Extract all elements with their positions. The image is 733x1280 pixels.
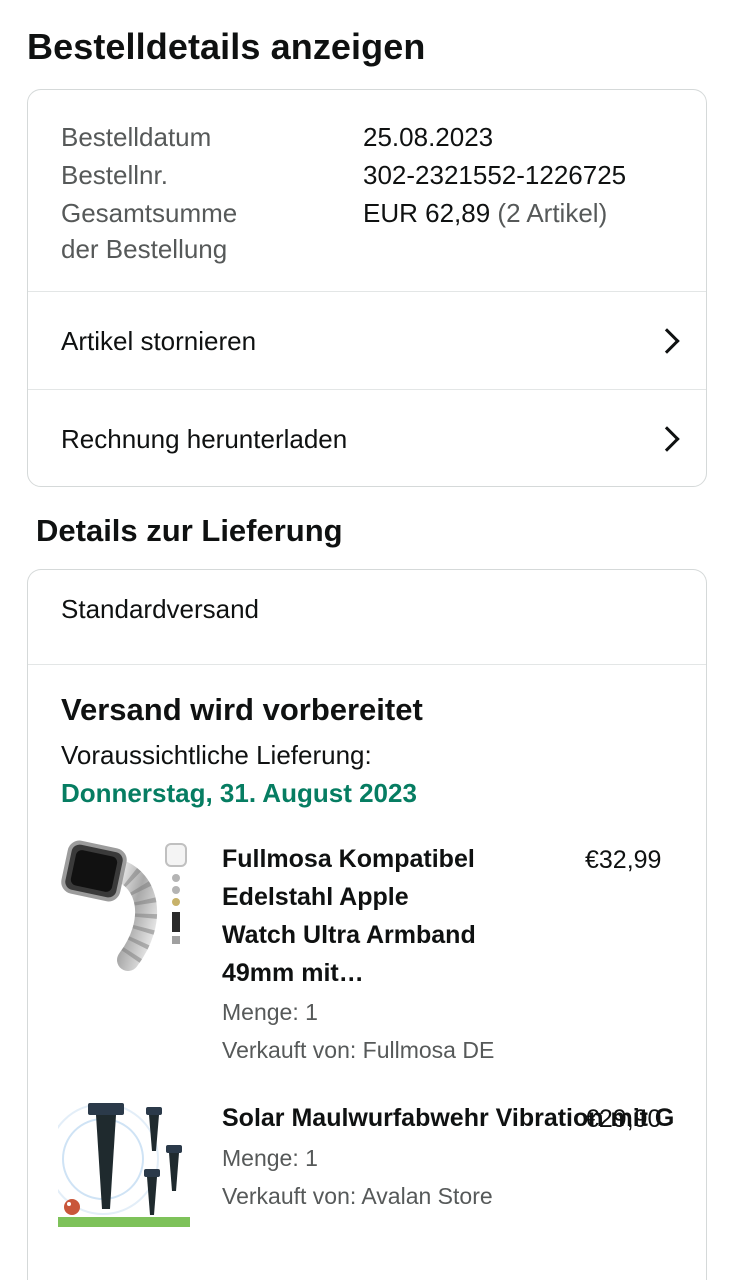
order-total-label-row2: der Bestellung (61, 230, 227, 268)
order-total-row: Gesamtsumme EUR 62,89 (2 Artikel) (61, 194, 607, 232)
order-summary-card: Bestelldatum 25.08.2023 Bestellnr. 302-2… (27, 89, 707, 487)
order-total-value: EUR 62,89 (2 Artikel) (363, 194, 607, 232)
item-price: €32,99 (585, 846, 662, 874)
item-quantity: Menge: 1 (222, 999, 318, 1025)
watch-band-icon (61, 840, 187, 971)
cancel-items-link[interactable]: Artikel stornieren (28, 292, 706, 390)
order-summary: Bestelldatum 25.08.2023 Bestellnr. 302-2… (28, 90, 706, 292)
order-item-count: (2 Artikel) (497, 198, 608, 228)
order-number-label: Bestellnr. (61, 160, 168, 190)
shipment-status: Versand wird vorbereitet (61, 692, 423, 727)
item-seller: Verkauft von: Fullmosa DE (222, 1037, 495, 1063)
order-date-label: Bestelldatum (61, 122, 212, 152)
mole-repeller-icon (47, 1099, 190, 1231)
order-total-amount: EUR 62,89 (363, 198, 491, 228)
watch-band-image[interactable] (58, 840, 190, 972)
download-invoice-label: Rechnung herunterladen (61, 423, 348, 454)
order-total-label-line2: der Bestellung (61, 234, 228, 264)
order-date-row: Bestelldatum 25.08.2023 (61, 118, 493, 156)
order-date-value: 25.08.2023 (363, 122, 494, 152)
chevron-right-icon (654, 426, 680, 452)
item-price: €29,90 (585, 1105, 662, 1133)
cancel-items-label: Artikel stornieren (61, 325, 257, 356)
order-total-label: Gesamtsumme (61, 198, 238, 228)
divider (28, 664, 706, 665)
item-title[interactable]: Fullmosa Kompatibel Edelstahl Apple Watc… (222, 840, 476, 992)
shipping-method: Standardversand (61, 594, 260, 624)
item-seller: Verkauft von: Avalan Store (222, 1183, 493, 1209)
delivery-section-title: Details zur Lieferung (36, 513, 343, 548)
item-quantity: Menge: 1 (222, 1145, 318, 1171)
page-title: Bestelldetails anzeigen (27, 26, 426, 67)
eta-date: Donnerstag, 31. August 2023 (61, 778, 417, 808)
order-number-value: 302-2321552-1226725 (363, 160, 627, 190)
eta-label: Voraussichtliche Lieferung: (61, 740, 372, 770)
delivery-card: Standardversand Versand wird vorbereitet… (27, 569, 707, 1280)
mole-repeller-image[interactable] (47, 1099, 190, 1231)
chevron-right-icon (654, 328, 680, 354)
download-invoice-link[interactable]: Rechnung herunterladen (28, 390, 706, 486)
order-number-row: Bestellnr. 302-2321552-1226725 (61, 156, 626, 194)
